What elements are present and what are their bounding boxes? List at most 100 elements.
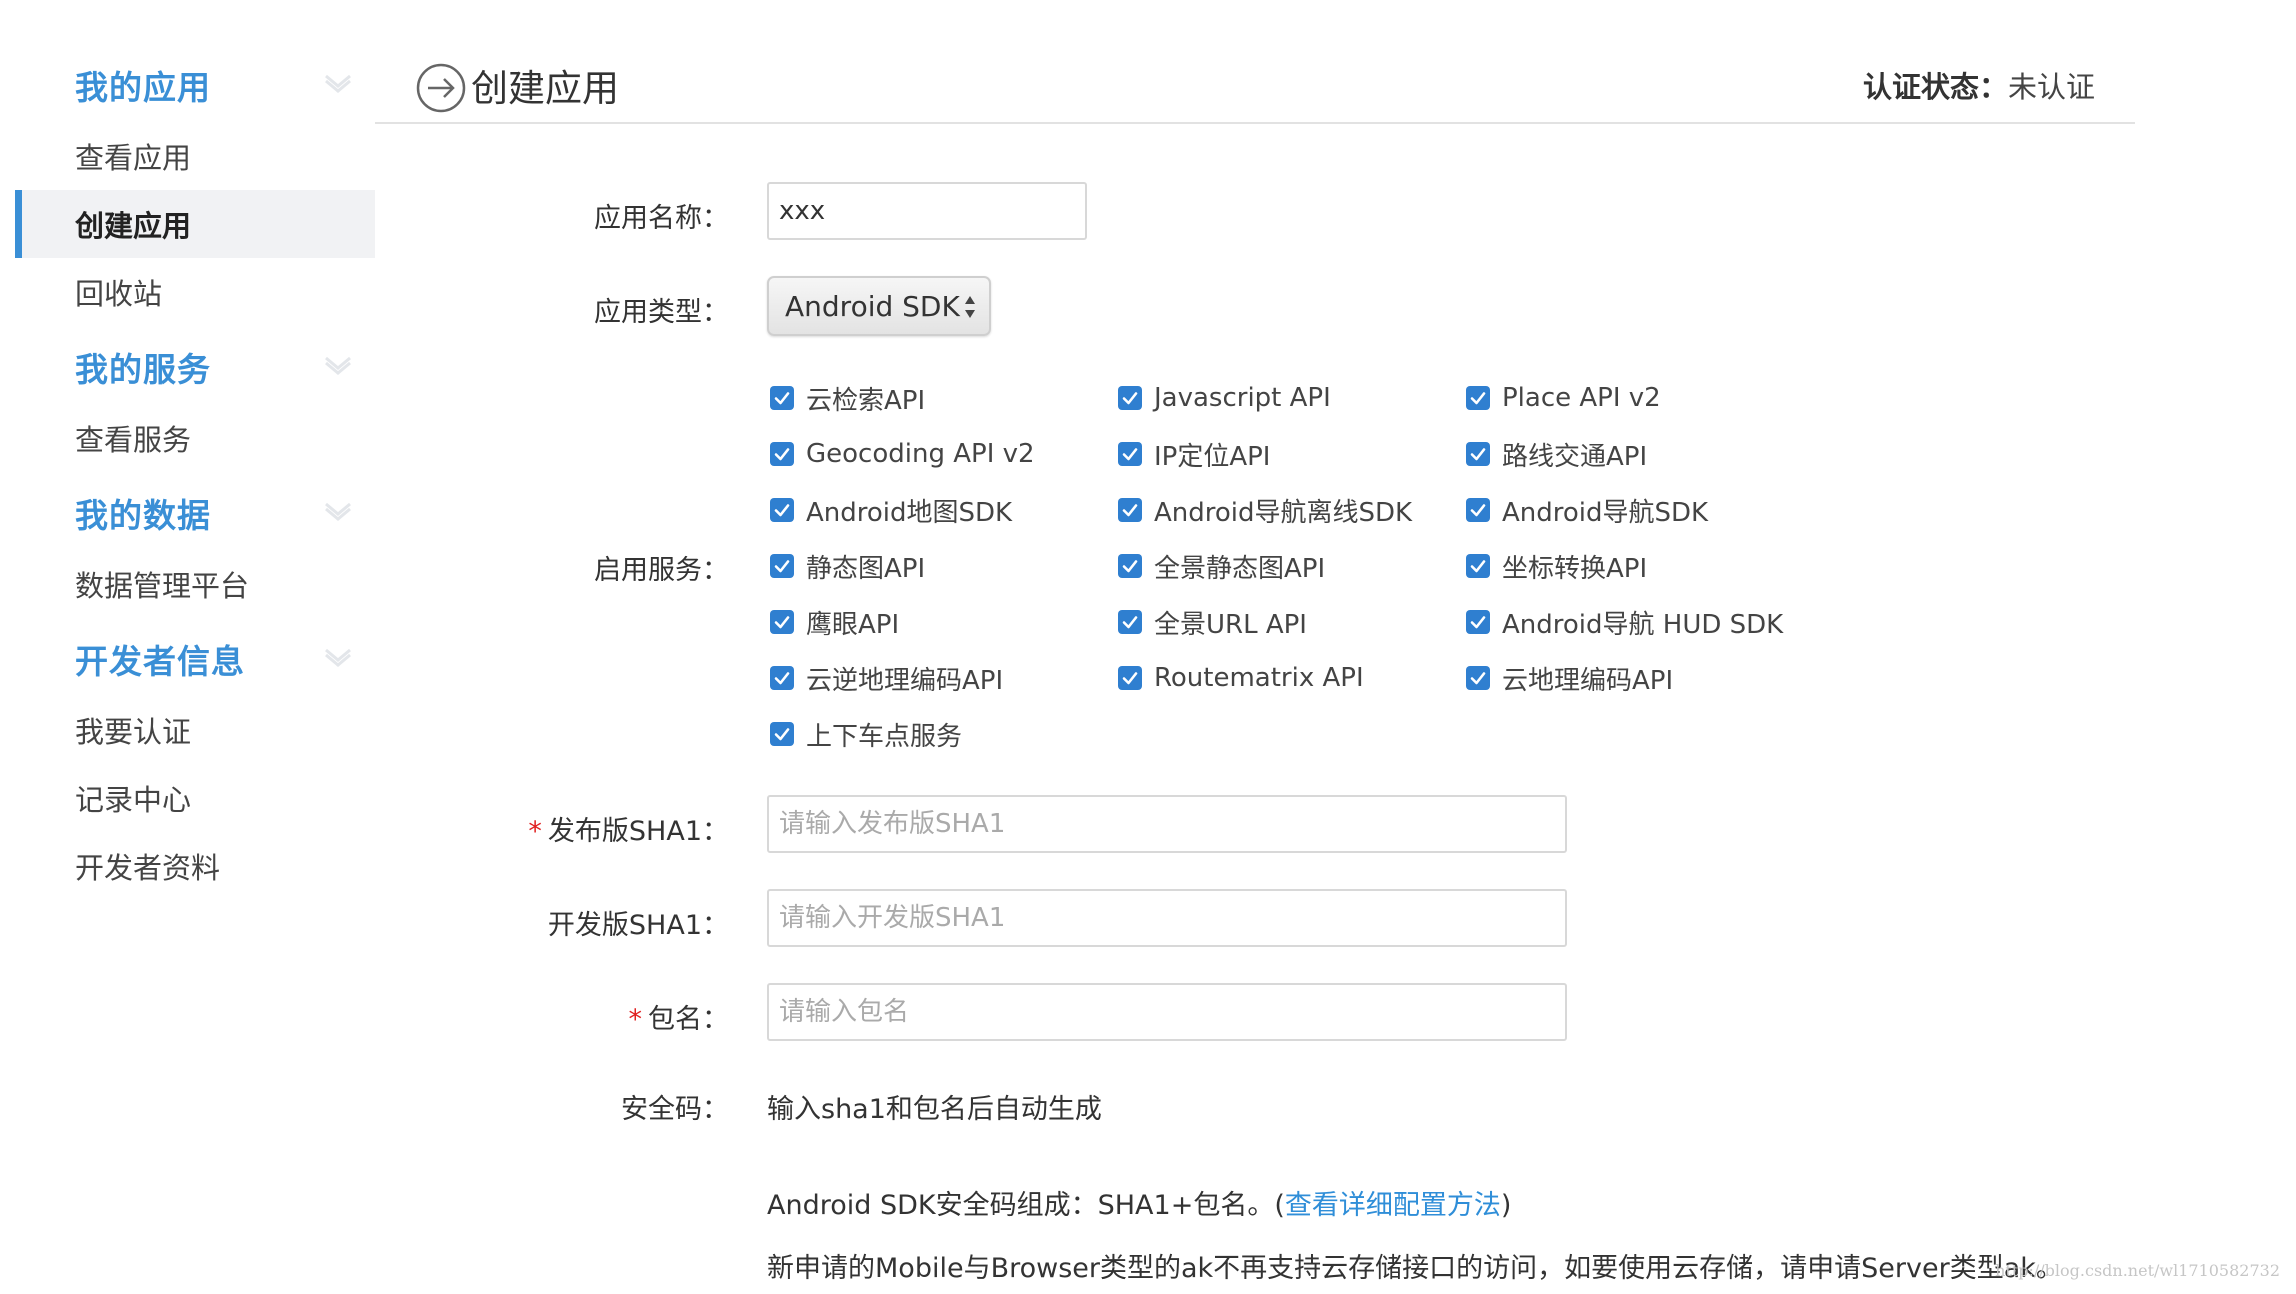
security-code-value: 输入sha1和包名后自动生成 — [767, 1094, 1102, 1125]
service-checkbox-label: Android导航离线SDK — [1154, 497, 1413, 528]
page-title: 创建应用 — [471, 67, 619, 110]
service-checkbox-item[interactable]: Android导航 HUD SDK — [1466, 602, 1783, 642]
sidebar-section-title: 开发者信息 — [75, 642, 245, 681]
service-checkbox-item[interactable]: Routematrix API — [1118, 658, 1364, 698]
service-checkbox-label: 上下车点服务 — [806, 721, 963, 752]
sidebar-section-developer-info[interactable]: 开发者信息 — [75, 629, 365, 689]
required-mark: * — [528, 816, 542, 847]
service-checkbox-item[interactable]: 云地理编码API — [1466, 658, 1673, 698]
dev-sha1-label: 开发版SHA1： — [547, 910, 729, 941]
sidebar-section-title: 我的服务 — [75, 350, 211, 389]
chevron-down-icon — [325, 74, 351, 93]
release-sha1-label: * 发布版SHA1： — [528, 816, 729, 847]
security-code-note: Android SDK安全码组成：SHA1+包名。(查看详细配置方法) — [767, 1190, 1512, 1221]
sidebar-item-create-app[interactable]: 创建应用 — [15, 190, 375, 258]
arrow-right-circle-icon[interactable] — [415, 62, 467, 114]
sidebar-section-my-apps[interactable]: 我的应用 — [75, 55, 365, 115]
sidebar-item-recycle-bin[interactable]: 回收站 — [15, 258, 375, 326]
service-checkbox-item[interactable]: 全景URL API — [1118, 602, 1307, 642]
app-name-label: 应用名称： — [594, 203, 729, 234]
service-checkbox-item[interactable]: 鹰眼API — [770, 602, 899, 642]
sidebar-item-view-services[interactable]: 查看服务 — [15, 404, 375, 472]
checkbox-checked-icon[interactable] — [1466, 610, 1490, 634]
checkbox-checked-icon[interactable] — [770, 722, 794, 746]
required-mark: * — [628, 1004, 643, 1035]
checkbox-checked-icon[interactable] — [1118, 666, 1142, 690]
service-checkbox-item[interactable]: 路线交通API — [1466, 434, 1647, 474]
service-checkbox-item[interactable]: Javascript API — [1118, 378, 1331, 418]
sidebar-item-developer-profile[interactable]: 开发者资料 — [15, 832, 375, 900]
service-checkbox-label: 云检索API — [806, 385, 926, 416]
service-checkbox-label: Javascript API — [1154, 383, 1331, 413]
service-checkbox-item[interactable]: 全景静态图API — [1118, 546, 1325, 586]
auth-status-label: 认证状态： — [1862, 70, 2008, 104]
chevron-down-icon — [325, 356, 351, 375]
service-checkbox-label: 静态图API — [806, 553, 926, 584]
service-checkbox-label: 云地理编码API — [1502, 665, 1674, 696]
service-checkbox-label: 全景URL API — [1154, 609, 1307, 640]
service-checkbox-label: 坐标转换API — [1502, 553, 1648, 584]
checkbox-checked-icon[interactable] — [770, 442, 794, 466]
sidebar-section-my-services[interactable]: 我的服务 — [75, 337, 365, 397]
chevron-down-icon — [325, 502, 351, 521]
checkbox-checked-icon[interactable] — [770, 666, 794, 690]
service-checkbox-item[interactable]: Android导航离线SDK — [1118, 490, 1412, 530]
checkbox-checked-icon[interactable] — [1466, 666, 1490, 690]
app-type-label: 应用类型： — [594, 297, 729, 328]
sidebar: 我的应用 查看应用 创建应用 回收站 我的服务 查看服务 我的数据 数据管理平台… — [0, 0, 375, 1294]
service-checkbox-item[interactable]: Geocoding API v2 — [770, 434, 1035, 474]
checkbox-checked-icon[interactable] — [1118, 498, 1142, 522]
checkbox-checked-icon[interactable] — [1466, 386, 1490, 410]
checkbox-checked-icon[interactable] — [770, 610, 794, 634]
service-checkbox-label: Android地图SDK — [806, 497, 1013, 528]
chevron-down-icon — [325, 648, 351, 667]
service-checkbox-label: 路线交通API — [1502, 441, 1648, 472]
checkbox-checked-icon[interactable] — [1118, 554, 1142, 578]
service-checkbox-item[interactable]: Android地图SDK — [770, 490, 1012, 530]
sidebar-item-data-platform[interactable]: 数据管理平台 — [15, 550, 375, 618]
service-checkbox-label: Place API v2 — [1502, 383, 1661, 413]
sidebar-section-title: 我的应用 — [75, 68, 211, 107]
sidebar-item-records[interactable]: 记录中心 — [15, 764, 375, 832]
storage-notice: 新申请的Mobile与Browser类型的ak不再支持云存储接口的访问，如要使用… — [767, 1253, 2063, 1284]
sidebar-section-my-data[interactable]: 我的数据 — [75, 483, 365, 543]
checkbox-checked-icon[interactable] — [770, 498, 794, 522]
checkbox-checked-icon[interactable] — [770, 386, 794, 410]
services-label: 启用服务： — [594, 555, 729, 586]
service-checkbox-item[interactable]: 坐标转换API — [1466, 546, 1647, 586]
auth-status-value: 未认证 — [2007, 70, 2095, 104]
release-sha1-input[interactable] — [767, 795, 1567, 853]
service-checkbox-label: IP定位API — [1154, 441, 1271, 472]
service-checkbox-item[interactable]: 静态图API — [770, 546, 925, 586]
package-name-label: * 包名： — [628, 1004, 730, 1035]
watermark: http://blog.csdn.net/wl1710582732 — [1995, 1261, 2280, 1280]
checkbox-checked-icon[interactable] — [1466, 498, 1490, 522]
sidebar-item-view-apps[interactable]: 查看应用 — [15, 122, 375, 190]
package-name-input[interactable] — [767, 983, 1567, 1041]
dev-sha1-input[interactable] — [767, 889, 1567, 947]
page-header: 创建应用 认证状态：未认证 — [375, 40, 2135, 124]
service-checkbox-item[interactable]: 云逆地理编码API — [770, 658, 1003, 698]
app-type-selected-value: Android SDK — [785, 289, 960, 323]
service-checkbox-label: 鹰眼API — [806, 609, 900, 640]
service-checkbox-item[interactable]: 上下车点服务 — [770, 714, 962, 754]
service-checkbox-label: Android导航 HUD SDK — [1502, 609, 1784, 640]
service-checkbox-label: Android导航SDK — [1502, 497, 1709, 528]
service-checkbox-label: 云逆地理编码API — [806, 665, 1004, 696]
checkbox-checked-icon[interactable] — [1118, 386, 1142, 410]
security-code-label: 安全码： — [621, 1094, 729, 1125]
service-checkbox-item[interactable]: 云检索API — [770, 378, 925, 418]
app-type-select[interactable]: Android SDK — [767, 276, 991, 336]
checkbox-checked-icon[interactable] — [1118, 610, 1142, 634]
sidebar-item-certify[interactable]: 我要认证 — [15, 696, 375, 764]
checkbox-checked-icon[interactable] — [770, 554, 794, 578]
sidebar-section-title: 我的数据 — [75, 496, 211, 535]
service-checkbox-item[interactable]: Android导航SDK — [1466, 490, 1708, 530]
checkbox-checked-icon[interactable] — [1118, 442, 1142, 466]
checkbox-checked-icon[interactable] — [1466, 442, 1490, 466]
app-name-input[interactable] — [767, 182, 1087, 240]
config-help-link[interactable]: 查看详细配置方法 — [1285, 1190, 1501, 1221]
checkbox-checked-icon[interactable] — [1466, 554, 1490, 578]
service-checkbox-item[interactable]: IP定位API — [1118, 434, 1270, 474]
service-checkbox-item[interactable]: Place API v2 — [1466, 378, 1661, 418]
